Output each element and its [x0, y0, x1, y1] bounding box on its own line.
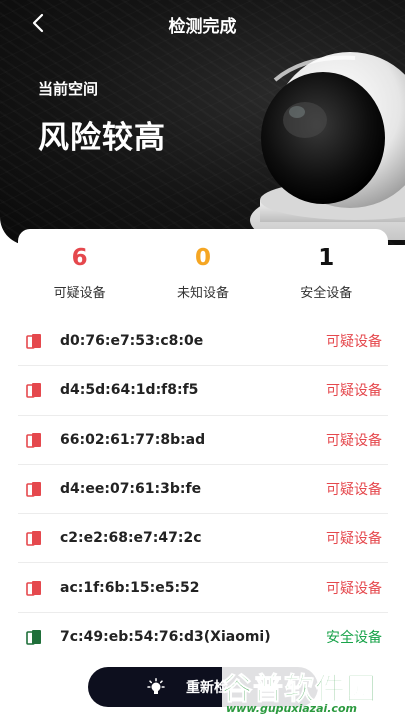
device-row[interactable]: ac:1f:6b:15:e5:52 可疑设备 — [18, 563, 388, 613]
device-row[interactable]: 7c:49:eb:54:76:d3(Xiaomi) 安全设备 — [18, 613, 388, 662]
current-space-label: 当前空间 — [38, 80, 99, 98]
device-status: 可疑设备 — [326, 482, 382, 499]
device-icon — [26, 580, 41, 596]
device-row[interactable]: c2:e2:68:e7:47:2c 可疑设备 — [18, 514, 388, 564]
stat-suspicious: 6 可疑设备 — [20, 242, 140, 301]
page-title: 检测完成 — [168, 17, 237, 37]
device-status: 可疑设备 — [326, 383, 382, 400]
watermark: 谷普软件园 www.gupuxiazai.com — [222, 664, 405, 720]
stat-unknown-count: 0 — [194, 245, 211, 271]
device-status: 可疑设备 — [326, 580, 382, 597]
device-icon — [26, 531, 41, 547]
device-icon — [26, 482, 41, 497]
device-mac: d0:76:e7:53:c8:0e — [60, 333, 204, 350]
device-mac: 7c:49:eb:54:76:d3(Xiaomi) — [60, 629, 271, 646]
stat-safe: 1 安全设备 — [266, 242, 386, 301]
stat-safe-label: 安全设备 — [300, 286, 353, 301]
stat-safe-count: 1 — [318, 245, 335, 271]
device-mac: 66:02:61:77:8b:ad — [60, 431, 206, 448]
device-row[interactable]: d4:5d:64:1d:f8:f5 可疑设备 — [18, 366, 388, 416]
hero-banner: 检测完成 当前空间 风险较高 — [0, 0, 405, 245]
device-status: 可疑设备 — [326, 531, 382, 548]
device-mac: ac:1f:6b:15:e5:52 — [60, 579, 200, 596]
stat-unknown-label: 未知设备 — [176, 286, 229, 301]
stat-suspicious-count: 6 — [71, 245, 88, 271]
device-icon — [26, 383, 41, 399]
device-icon — [26, 432, 41, 448]
device-row[interactable]: 66:02:61:77:8b:ad 可疑设备 — [18, 416, 388, 465]
device-row[interactable]: d4:ee:07:61:3b:fe 可疑设备 — [18, 465, 388, 515]
device-status: 可疑设备 — [326, 432, 382, 449]
stat-unknown: 0 未知设备 — [143, 242, 263, 301]
device-mac: d4:ee:07:61:3b:fe — [60, 481, 202, 498]
device-mac: d4:5d:64:1d:f8:f5 — [60, 382, 199, 399]
device-icon — [26, 334, 41, 349]
lightbulb-icon — [147, 678, 165, 694]
device-list: d0:76:e7:53:c8:0e 可疑设备 d4:5d:64:1d:f8:f5… — [18, 317, 388, 662]
security-camera-image — [250, 52, 405, 240]
risk-level-label: 风险较高 — [38, 120, 166, 156]
device-status: 安全设备 — [326, 630, 382, 647]
device-icon — [26, 630, 41, 646]
stat-suspicious-label: 可疑设备 — [53, 286, 106, 301]
watermark-url: www.gupuxiazai.com — [226, 702, 357, 715]
device-row[interactable]: d0:76:e7:53:c8:0e 可疑设备 — [18, 317, 388, 367]
device-status: 可疑设备 — [326, 334, 382, 351]
stats-card: 6 可疑设备 0 未知设备 1 安全设备 — [18, 229, 388, 314]
device-mac: c2:e2:68:e7:47:2c — [60, 530, 202, 547]
